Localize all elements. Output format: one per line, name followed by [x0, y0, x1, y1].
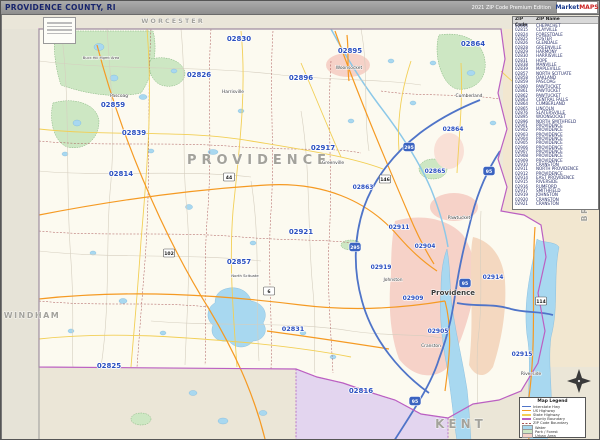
zip-code-label: 02826: [187, 71, 211, 79]
town-label: Greenville: [322, 160, 345, 166]
zip-code-label: 02825: [97, 362, 121, 370]
map-legend: Map Legend Interstate HwyUS HighwayState…: [519, 397, 586, 438]
legend-swatch: [522, 423, 531, 424]
svg-text:95: 95: [462, 281, 468, 287]
legend-swatch: [522, 410, 531, 411]
town-label: Buck Hill Mgmt Area: [83, 56, 120, 60]
edition-label: 2021 ZIP Code Premium Edition: [472, 5, 551, 11]
zip-code-label: 02909: [403, 295, 424, 302]
town-label: Harrisville: [222, 89, 244, 95]
zip-table-row: 02921CRANSTON: [513, 202, 598, 206]
svg-text:95: 95: [412, 399, 418, 405]
legend-swatch: [522, 433, 533, 438]
zip-code-label: 02814: [109, 170, 133, 178]
route-shield-icon: 102: [164, 249, 175, 257]
legend-swatch: [522, 418, 531, 419]
town-label: Riverside: [521, 371, 542, 377]
zip-code-label: 02921: [289, 228, 313, 236]
zip-table-body: 02814CHEPACHET02815CLAYVILLE02824FORESTD…: [513, 24, 598, 206]
interstate-shield-icon: 295: [403, 143, 415, 152]
inset-note-box: [43, 17, 76, 44]
svg-text:6: 6: [267, 289, 270, 295]
zip-code-label: 02864: [461, 40, 485, 48]
massachusetts-area: [1, 14, 600, 29]
county-label: PROVIDENCE: [187, 153, 331, 168]
route-shield-icon: 44: [224, 173, 235, 181]
town-label: Cranston: [421, 343, 441, 349]
header-bar: PROVIDENCE COUNTY, RI 2021 ZIP Code Prem…: [1, 1, 599, 15]
zip-code-label: 02904: [415, 243, 436, 250]
zip-code-label: 02864: [443, 126, 464, 133]
logo-text-maps: MAPS: [579, 4, 598, 11]
route-shield-icon: 114: [536, 297, 547, 305]
route-shield-icon: 146: [380, 175, 391, 183]
legend-swatch: [522, 406, 531, 407]
town-label: North Scituate: [231, 273, 259, 278]
brand-logo: Market MAPS: [556, 1, 598, 14]
county-label: KENT: [435, 417, 487, 431]
svg-text:95: 95: [486, 169, 492, 175]
town-label: Woonsocket: [336, 65, 363, 71]
county-map: WORCESTERPROVIDENCEWINDHAMKENTBRISTOL Bu…: [1, 1, 600, 440]
route-shield-icon: 6: [264, 287, 275, 295]
svg-text:44: 44: [226, 175, 232, 181]
interstate-shield-icon: 95: [459, 279, 471, 288]
zip-code-label: 02896: [289, 74, 313, 82]
town-label: Providence: [431, 289, 475, 297]
town-label: Pawtucket: [448, 215, 471, 221]
interstate-shield-icon: 95: [483, 167, 495, 176]
zip-code-label: 02865: [425, 168, 446, 175]
zip-code-label: 02816: [349, 387, 373, 395]
interstate-shield-icon: 295: [349, 243, 361, 252]
zip-code-label: 02915: [512, 351, 533, 358]
town-label: Johnston: [382, 277, 402, 283]
zip-code-label: 02831: [282, 325, 305, 333]
zip-code-label: 02905: [428, 328, 449, 335]
svg-text:146: 146: [380, 177, 390, 183]
town-label: Cumberland: [456, 93, 483, 99]
zip-code-label: 02863: [353, 184, 374, 191]
svg-text:114: 114: [536, 299, 546, 305]
zip-code-label: 02839: [122, 129, 146, 137]
legend-swatch: [522, 414, 531, 415]
zip-code-label: 02830: [227, 35, 251, 43]
legend-item: Urban Area: [522, 434, 583, 438]
connecticut-area: [1, 29, 39, 440]
interstate-shield-icon: 95: [409, 397, 421, 406]
zip-code-label: 02917: [311, 144, 335, 152]
county-label: WINDHAM: [4, 311, 60, 320]
legend-label: Urban Area: [535, 434, 556, 438]
zip-code-label: 02911: [389, 224, 410, 231]
svg-text:295: 295: [404, 145, 414, 151]
logo-text-market: Market: [555, 4, 579, 11]
zip-code-label: 02859: [101, 101, 125, 109]
legend-items: Interstate HwyUS HighwayState HighwayCou…: [522, 405, 583, 439]
svg-text:295: 295: [350, 245, 360, 251]
zip-code-label: 02857: [227, 258, 251, 266]
zip-code-label: 02919: [371, 264, 392, 271]
county-label: WORCESTER: [141, 17, 204, 25]
svg-text:102: 102: [164, 251, 174, 257]
zip-code-label: 02895: [338, 47, 362, 55]
zip-code-label: 02914: [483, 274, 504, 281]
page-title: PROVIDENCE COUNTY, RI: [5, 3, 116, 12]
map-page: WORCESTERPROVIDENCEWINDHAMKENTBRISTOL Bu…: [0, 0, 600, 440]
zip-code-table: ZIP Code ZIP Name 02814CHEPACHET02815CLA…: [512, 16, 599, 210]
town-label: Pascoag: [110, 93, 128, 99]
